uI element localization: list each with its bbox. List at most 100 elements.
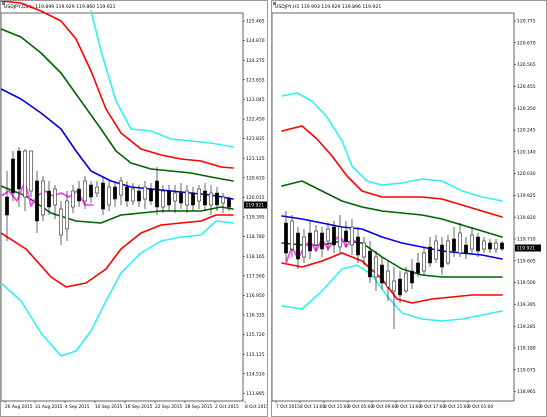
current-price-label: 119.921 xyxy=(517,246,536,252)
candle-body xyxy=(374,256,378,278)
candle-body xyxy=(191,192,195,206)
y-tick-label: 119.605 xyxy=(517,258,536,264)
green-band-upper xyxy=(1,28,234,182)
candle-body xyxy=(482,240,486,250)
candle-body xyxy=(11,158,15,194)
candle-body xyxy=(416,262,420,274)
y-tick-label: 115.125 xyxy=(246,352,265,358)
y-tick-label: 119.285 xyxy=(517,324,536,330)
candle-body xyxy=(332,226,336,246)
y-tick-label: 118.965 xyxy=(517,389,536,395)
candle-body xyxy=(149,188,153,202)
candle-body xyxy=(500,242,504,250)
y-tick-label: 115.720 xyxy=(246,332,265,338)
candle-body xyxy=(227,198,231,208)
candle-body xyxy=(197,188,201,202)
candle-body xyxy=(386,270,390,288)
y-tick-label: 119.395 xyxy=(246,215,265,221)
candle-body xyxy=(155,180,159,208)
candle-body xyxy=(35,180,39,222)
candle-body xyxy=(458,232,462,254)
y-tick-label: 122.450 xyxy=(246,117,265,123)
x-tick-label: 31 Aug 2015 xyxy=(35,404,63,410)
y-tick-label: 116.950 xyxy=(246,293,265,299)
y-tick-label: 120.245 xyxy=(517,128,536,134)
candle-body xyxy=(83,180,87,202)
h1-chart-pane[interactable]: USDJPY,H1 119.903 119.929 119.896 119.92… xyxy=(271,0,547,417)
red-band-upper xyxy=(281,125,503,218)
candle-body xyxy=(428,246,432,264)
candle-body xyxy=(95,186,99,194)
y-tick-label: 120.015 xyxy=(246,195,265,201)
candle-body xyxy=(284,222,288,254)
y-tick-label: 125.465 xyxy=(246,19,265,25)
daily-chart-pane[interactable]: USDJPY,Daily 119.899 119.929 119.860 119… xyxy=(0,0,268,417)
candle-body xyxy=(494,242,498,250)
candle-body xyxy=(344,230,348,242)
candle-body xyxy=(221,196,225,204)
y-tick-label: 120.610 xyxy=(246,175,265,181)
candle-body xyxy=(65,200,69,230)
green-band-lower xyxy=(281,240,503,278)
y-tick-label: 118.165 xyxy=(246,254,265,260)
candle-body xyxy=(23,150,27,198)
current-price-label: 119.921 xyxy=(246,203,265,209)
y-tick-label: 119.500 xyxy=(517,280,536,286)
green-band-upper xyxy=(281,180,503,238)
x-tick-label: 9 Oct 17:00 xyxy=(420,404,446,410)
candle-body xyxy=(53,188,57,206)
candle-body xyxy=(71,190,75,208)
x-tick-label: 9 Oct 13:00 xyxy=(396,404,422,410)
y-tick-label: 124.275 xyxy=(246,58,265,64)
x-tick-label: 4 Sep 2015 xyxy=(65,404,90,410)
candle-body xyxy=(308,232,312,252)
daily-price-chart[interactable]: 125.465 124.870 124.275 123.655 123.045 122.4… xyxy=(1,1,268,417)
y-tick-label: 120.565 xyxy=(517,62,536,68)
y-tick-label: 120.030 xyxy=(517,171,536,177)
x-tick-label: 7 Oct 2015 xyxy=(276,404,300,410)
y-tick-label: 114.510 xyxy=(246,371,265,377)
candle-body xyxy=(125,186,129,202)
candle-body xyxy=(464,244,468,254)
candle-body xyxy=(446,240,450,264)
candle-body xyxy=(203,190,207,206)
x-tick-label: 9 Oct 01:00 xyxy=(468,404,494,410)
candle-body xyxy=(392,280,396,292)
x-tick-label: 8 Oct 13:00 xyxy=(300,404,326,410)
candle-body xyxy=(290,220,294,250)
y-tick-label: 121.125 xyxy=(246,156,265,162)
candle-body xyxy=(41,180,45,216)
candle-body xyxy=(185,190,189,206)
x-tick-label: 8 Oct 2015 xyxy=(245,404,268,410)
y-tick-label: 120.775 xyxy=(517,19,536,25)
y-tick-label: 119.925 xyxy=(517,193,536,199)
plot-frame xyxy=(272,12,515,402)
y-tick-label: 119.180 xyxy=(517,346,536,352)
candle-body xyxy=(356,236,360,256)
y-tick-label: 119.820 xyxy=(517,215,536,221)
x-tick-label: 9 Oct 05:00 xyxy=(348,404,374,410)
h1-price-chart[interactable]: 120.775 120.670 120.565 120.455 120.350 120.2… xyxy=(272,1,547,417)
candle-body xyxy=(77,188,81,202)
x-tick-label: 22 Sep 2015 xyxy=(155,404,182,410)
candle-body xyxy=(434,240,438,260)
candle-body xyxy=(398,278,402,296)
candle-body xyxy=(410,270,414,284)
candle-body xyxy=(113,186,117,200)
x-tick-label: 16 Sep 2015 xyxy=(125,404,152,410)
cyan-band-lower xyxy=(1,220,234,357)
red-band-lower xyxy=(281,252,503,304)
y-tick-label: 119.710 xyxy=(517,237,536,243)
candle-body xyxy=(173,192,177,202)
y-tick-label: 120.455 xyxy=(517,84,536,90)
candle-body xyxy=(5,196,9,216)
candle-body xyxy=(29,150,33,192)
candle-body xyxy=(302,236,306,258)
candle-body xyxy=(167,190,171,206)
candle-body xyxy=(488,242,492,250)
candle-body xyxy=(314,230,318,246)
x-tick-label: 9 Oct 21:00 xyxy=(444,404,470,410)
y-tick-label: 123.045 xyxy=(246,97,265,103)
y-tick-label: 120.670 xyxy=(517,40,536,46)
x-tick-label: 9 Oct 09:00 xyxy=(372,404,398,410)
